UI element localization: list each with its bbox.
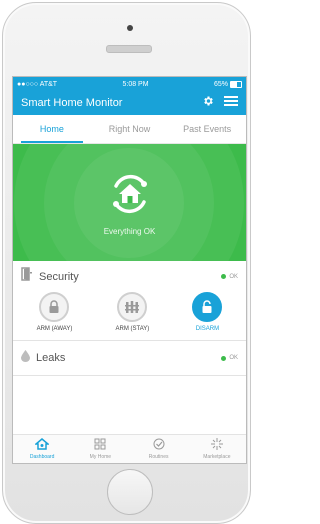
speaker-grille — [106, 45, 152, 53]
leaks-status: OK — [221, 355, 238, 361]
check-icon — [153, 438, 165, 452]
unlock-icon — [192, 292, 223, 322]
tab-home[interactable]: Home — [13, 115, 91, 143]
arm-away-button[interactable]: ARM (AWAY) — [36, 292, 73, 332]
security-door-icon — [21, 267, 33, 286]
nav-marketplace[interactable]: Marketplace — [188, 435, 246, 463]
tab-right-now[interactable]: Right Now — [91, 115, 169, 143]
leaks-status-label: OK — [229, 355, 238, 361]
home-shield-icon — [106, 170, 154, 223]
security-modes: ARM (AWAY) ARM (STAY) DISARM — [13, 290, 246, 340]
battery-indicator: 65% — [213, 80, 242, 88]
security-status: OK — [221, 274, 238, 280]
leaks-section: Leaks OK — [13, 341, 246, 376]
status-hero: Everything OK — [13, 144, 246, 261]
status-dot — [221, 274, 227, 279]
security-header[interactable]: Security OK — [13, 261, 246, 290]
nav-routines-label: Routines — [148, 454, 169, 460]
nav-my-home[interactable]: My Home — [71, 435, 129, 463]
grid-icon — [94, 438, 106, 452]
battery-percent: 65% — [213, 80, 228, 88]
home-button[interactable] — [107, 469, 153, 515]
security-status-label: OK — [229, 273, 238, 280]
leaks-header[interactable]: Leaks OK — [13, 341, 246, 375]
dashboard-icon — [34, 438, 51, 452]
tab-bar: Home Right Now Past Events — [13, 115, 246, 144]
nav-marketplace-label: Marketplace — [203, 454, 231, 460]
disarm-label: DISARM — [195, 326, 220, 332]
tab-past-events[interactable]: Past Events — [168, 115, 246, 143]
battery-icon — [229, 80, 242, 88]
status-bar: ●●○○○ AT&T 5:08 PM 65% — [13, 77, 246, 91]
nav-dashboard[interactable]: Dashboard — [13, 435, 71, 463]
phone-frame: ●●○○○ AT&T 5:08 PM 65% Smart Home Monito… — [2, 2, 251, 524]
front-camera — [127, 25, 133, 31]
bottom-nav: Dashboard My Home Routines Marketplace — [13, 434, 246, 463]
arm-stay-button[interactable]: ARM (STAY) — [115, 292, 149, 332]
nav-dashboard-label: Dashboard — [29, 454, 55, 460]
lock-icon — [39, 292, 70, 322]
time-label: 5:08 PM — [122, 80, 149, 88]
arm-stay-label: ARM (STAY) — [115, 326, 150, 332]
security-section: Security OK ARM (AWAY) ARM (STAY) DISARM — [13, 261, 246, 341]
arm-away-label: ARM (AWAY) — [36, 326, 73, 332]
app-header: Smart Home Monitor — [13, 91, 246, 115]
leaks-title: Leaks — [36, 352, 66, 364]
gear-icon[interactable] — [202, 94, 214, 112]
menu-icon[interactable] — [224, 94, 238, 112]
screen: ●●○○○ AT&T 5:08 PM 65% Smart Home Monito… — [12, 76, 247, 464]
sparkle-icon — [210, 438, 223, 452]
app-title: Smart Home Monitor — [21, 97, 123, 109]
carrier-label: ●●○○○ AT&T — [17, 80, 58, 88]
nav-routines[interactable]: Routines — [130, 435, 188, 463]
nav-my-home-label: My Home — [89, 454, 112, 460]
security-title: Security — [39, 270, 79, 283]
disarm-button[interactable]: DISARM — [192, 292, 223, 332]
water-drop-icon — [21, 349, 30, 367]
fence-icon — [117, 292, 148, 322]
status-dot — [221, 355, 227, 361]
hero-status-text: Everything OK — [103, 226, 156, 236]
